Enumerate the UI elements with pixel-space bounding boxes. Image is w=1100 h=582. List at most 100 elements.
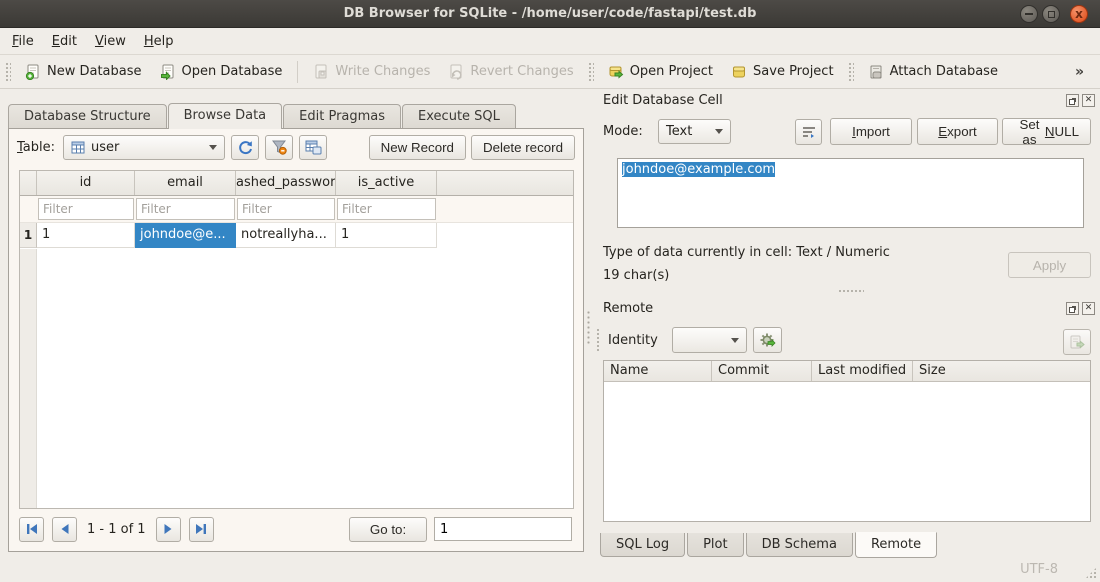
identity-toolbar-handle[interactable] xyxy=(596,328,600,353)
toolbar-drag-handle[interactable] xyxy=(848,62,854,82)
save-results-button[interactable] xyxy=(299,135,327,160)
column-header-is-active[interactable]: is_active xyxy=(336,171,437,195)
bottom-tab-bar: SQL Log Plot DB Schema Remote xyxy=(600,533,939,558)
goto-button[interactable]: Go to: xyxy=(349,517,427,542)
cell-is-active[interactable]: 1 xyxy=(336,223,437,248)
table-toolbar: Table: user xyxy=(17,134,575,160)
statusbar: UTF-8 xyxy=(0,558,1100,582)
save-project-button[interactable]: Save Project xyxy=(722,59,843,85)
set-as-null-button[interactable]: Set as NULL xyxy=(1002,118,1091,145)
last-page-button[interactable] xyxy=(189,517,214,542)
goto-input[interactable] xyxy=(434,517,572,541)
menu-view[interactable]: View xyxy=(86,31,135,52)
tab-browse-data[interactable]: Browse Data xyxy=(168,103,283,129)
tab-remote[interactable]: Remote xyxy=(855,532,937,558)
remote-table-header: Name Commit Last modified Size xyxy=(604,361,1090,382)
attach-database-icon xyxy=(868,64,884,80)
toolbar-overflow-button[interactable]: » xyxy=(1075,64,1084,80)
dock-close-button[interactable]: ✕ xyxy=(1082,302,1095,315)
delete-record-button[interactable]: Delete record xyxy=(471,135,575,160)
toolbar-drag-handle[interactable] xyxy=(588,62,594,82)
grid-corner-header xyxy=(20,171,37,195)
grid-header-row: id email ashed_passwor is_active xyxy=(20,171,573,196)
dock-close-button[interactable]: ✕ xyxy=(1082,94,1095,107)
edit-cell-dock-title: Edit Database Cell xyxy=(603,93,723,108)
previous-page-button[interactable] xyxy=(52,517,77,542)
remote-column-name[interactable]: Name xyxy=(604,361,712,381)
tab-plot[interactable]: Plot xyxy=(687,533,744,557)
close-button[interactable]: x xyxy=(1070,5,1088,23)
dock-close-icon: ✕ xyxy=(1085,96,1093,105)
column-header-hashed-password[interactable]: ashed_passwor xyxy=(236,171,336,195)
refresh-button[interactable] xyxy=(231,135,259,160)
tab-execute-sql[interactable]: Execute SQL xyxy=(402,104,516,129)
edit-cell-dock-buttons: ✕ xyxy=(1066,94,1095,107)
menu-file[interactable]: File xyxy=(3,31,43,52)
filter-input-id[interactable] xyxy=(38,198,134,220)
cell-editor[interactable]: johndoe@example.com xyxy=(617,158,1084,228)
filter-input-email[interactable] xyxy=(136,198,235,220)
open-database-icon xyxy=(160,64,176,80)
titlebar: DB Browser for SQLite - /home/user/code/… xyxy=(0,0,1100,28)
data-grid: id email ashed_passwor is_active 1 1 xyxy=(19,170,574,509)
column-header-id[interactable]: id xyxy=(37,171,135,195)
word-wrap-button[interactable] xyxy=(795,119,822,145)
resize-grip[interactable] xyxy=(1085,567,1097,579)
tab-edit-pragmas[interactable]: Edit Pragmas xyxy=(283,104,401,129)
table-select[interactable]: user xyxy=(63,135,225,160)
menu-edit[interactable]: Edit xyxy=(43,31,86,52)
write-changes-button: Write Changes xyxy=(304,59,439,85)
revert-changes-icon xyxy=(448,64,464,80)
open-database-label: Open Database xyxy=(182,64,283,79)
panel-splitter[interactable] xyxy=(586,310,591,346)
minimize-button[interactable] xyxy=(1020,5,1038,23)
identity-select[interactable] xyxy=(672,327,747,353)
identity-settings-button[interactable] xyxy=(753,327,782,353)
new-record-button[interactable]: New Record xyxy=(369,135,466,160)
export-button[interactable]: Export xyxy=(917,118,998,145)
push-remote-button xyxy=(1063,329,1091,355)
maximize-button[interactable] xyxy=(1042,5,1060,23)
save-project-label: Save Project xyxy=(753,64,834,79)
remote-column-commit[interactable]: Commit xyxy=(712,361,812,381)
dock-float-button[interactable] xyxy=(1066,94,1079,107)
word-wrap-icon xyxy=(802,126,816,138)
cell-hashed-password[interactable]: notreallyha... xyxy=(236,223,336,248)
toolbar-separator xyxy=(297,61,298,83)
open-project-button[interactable]: Open Project xyxy=(599,59,722,85)
toolbar-drag-handle[interactable] xyxy=(5,62,11,82)
column-header-email[interactable]: email xyxy=(135,171,236,195)
mode-select[interactable]: Text xyxy=(658,119,731,144)
open-project-icon xyxy=(608,64,624,80)
import-button[interactable]: Import xyxy=(830,118,912,145)
filter-input-hashed-password[interactable] xyxy=(237,198,335,220)
close-icon: x xyxy=(1075,8,1083,20)
filter-input-is-active[interactable] xyxy=(337,198,436,220)
open-database-button[interactable]: Open Database xyxy=(151,59,292,85)
previous-page-icon xyxy=(58,522,72,536)
tab-database-structure[interactable]: Database Structure xyxy=(8,104,167,129)
remote-column-size[interactable]: Size xyxy=(913,361,1090,381)
new-database-button[interactable]: New Database xyxy=(16,59,151,85)
first-page-button[interactable] xyxy=(19,517,44,542)
refresh-icon xyxy=(237,139,254,156)
remote-column-last-modified[interactable]: Last modified xyxy=(812,361,913,381)
chevron-down-icon xyxy=(731,338,739,343)
next-page-button[interactable] xyxy=(156,517,181,542)
filter-cell xyxy=(135,198,236,220)
dock-float-button[interactable] xyxy=(1066,302,1079,315)
tab-sql-log[interactable]: SQL Log xyxy=(600,533,685,557)
cell-email-selected[interactable]: johndoe@e... xyxy=(135,223,236,248)
tab-db-schema[interactable]: DB Schema xyxy=(746,533,853,557)
clear-filters-button[interactable] xyxy=(265,135,293,160)
window-title: DB Browser for SQLite - /home/user/code/… xyxy=(0,0,1100,27)
remote-dock-buttons: ✕ xyxy=(1066,302,1095,315)
row-number[interactable]: 1 xyxy=(20,223,37,248)
dock-splitter-handle[interactable] xyxy=(838,289,864,293)
table-select-value: user xyxy=(91,140,119,155)
encoding-label[interactable]: UTF-8 xyxy=(1020,562,1058,577)
chevron-down-icon xyxy=(209,145,217,150)
cell-id[interactable]: 1 xyxy=(37,223,135,248)
menu-help[interactable]: Help xyxy=(135,31,183,52)
attach-database-button[interactable]: Attach Database xyxy=(859,59,1007,85)
